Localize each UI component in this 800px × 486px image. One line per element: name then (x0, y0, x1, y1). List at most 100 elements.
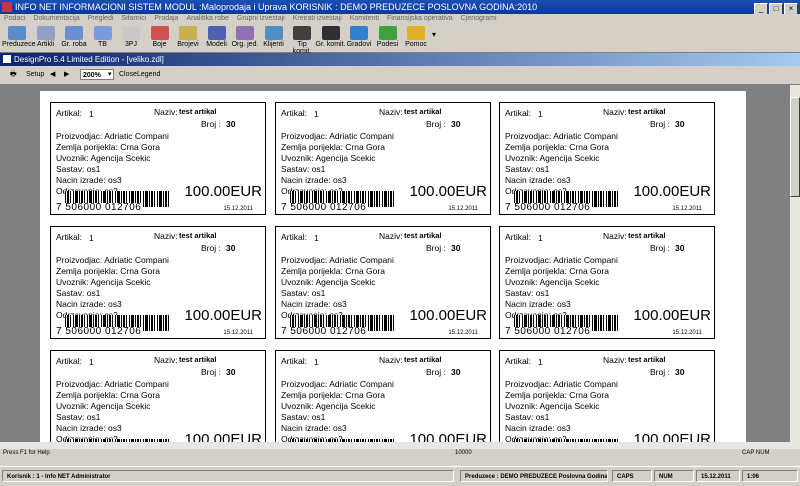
spacer (0, 458, 800, 466)
label-date: 15.12.2011 (448, 330, 478, 336)
naziv-label: Naziv: (154, 355, 178, 365)
zemlja-porijekla: Zemlja porijekla: Crna Gora (281, 142, 385, 152)
broj-label: Broj : (201, 243, 221, 253)
toolbar-button[interactable]: Org. jed. (230, 25, 260, 51)
chevron-down-icon[interactable]: ▾ (432, 30, 436, 39)
menu-item[interactable]: Finansijska operativa (387, 15, 453, 22)
artikal-label: Artikal: (56, 232, 82, 242)
nacin-izrade: Nacin izrade: os3 (505, 299, 571, 309)
globe-icon (350, 26, 368, 40)
window-controls: _ □ × (753, 1, 798, 14)
status-preduzece: Preduzece : DEMO PREDUZECE Poslovna Godi… (460, 470, 608, 482)
nacin-izrade: Nacin izrade: os3 (56, 299, 122, 309)
toolbar-button[interactable]: Modeli (202, 25, 232, 51)
toolbar-button[interactable]: Boje (145, 25, 175, 51)
uvoznik: Uvoznik: Agencija Scekic (281, 277, 376, 287)
zemlja-porijekla: Zemlja porijekla: Crna Gora (505, 266, 609, 276)
toolbar-button[interactable]: Gr. roba (59, 25, 89, 51)
group-icon (321, 26, 340, 40)
artikal-value: 1 (538, 233, 543, 243)
broj-value: 30 (451, 243, 461, 253)
menu-item[interactable]: Pregledi (88, 15, 114, 22)
label-date: 15.12.2011 (672, 330, 702, 336)
sastav: Sastav: os1 (505, 288, 550, 298)
label-date: 15.12.2011 (223, 206, 253, 212)
price-value: 100.00EUR (184, 183, 262, 200)
grid-icon (65, 26, 83, 40)
toolbar-button[interactable]: TB (88, 25, 118, 51)
proizvodjac: Proizvodjac: Adriatic Compani (505, 379, 618, 389)
menu-item[interactable]: Kreirati izvestaji (293, 15, 342, 22)
artikal-value: 1 (538, 357, 543, 367)
next-page-icon[interactable]: ▶ (64, 66, 69, 84)
toolbar-label: TB (98, 41, 107, 48)
vertical-scrollbar[interactable] (790, 85, 800, 442)
sastav: Sastav: os1 (56, 288, 101, 298)
toolbar-label: Brojevi (177, 41, 199, 48)
coord-text: 10000 (455, 450, 472, 456)
naziv-value: test artikal (628, 231, 666, 240)
broj-label: Broj : (426, 243, 446, 253)
palette-icon (150, 26, 169, 40)
menu-item[interactable]: Dokumentacija (33, 15, 79, 22)
zemlja-porijekla: Zemlja porijekla: Crna Gora (56, 142, 160, 152)
toolbar-label: Klijenti (263, 41, 284, 48)
toolbar-button[interactable]: Gr. komit. (316, 25, 346, 51)
sastav: Sastav: os1 (281, 412, 326, 422)
menu-item[interactable]: Analitika robe (186, 15, 228, 22)
broj-value: 30 (226, 243, 236, 253)
toolbar-label: Podesi (376, 41, 399, 48)
naziv-label: Naziv: (603, 107, 627, 117)
maximize-button[interactable]: □ (769, 3, 783, 14)
chevron-down-icon[interactable]: ▾ (108, 66, 112, 84)
help-bar: Press F1 for Help 10000 CAP NUM (0, 449, 800, 458)
printer-icon[interactable]: 🖶 (10, 66, 17, 84)
toolbar-button[interactable]: Gradovi (344, 25, 374, 51)
broj-value: 30 (675, 243, 685, 253)
toolbar-button[interactable]: Pomoc (401, 25, 431, 51)
naziv-value: test artikal (628, 107, 666, 116)
price-value: 100.00EUR (633, 183, 711, 200)
legend-button[interactable]: Legend (137, 66, 160, 84)
proizvodjac: Proizvodjac: Adriatic Compani (281, 131, 394, 141)
menu-item[interactable]: Prodaja (154, 15, 178, 22)
designpro-icon (3, 55, 11, 63)
close-button[interactable]: × (784, 3, 798, 14)
sastav: Sastav: os1 (56, 164, 101, 174)
preview-viewport[interactable]: Artikal: 1 Naziv: test artikal Broj :30 Proiz… (0, 85, 790, 442)
artikal-label: Artikal: (505, 356, 531, 366)
close-preview-button[interactable]: Close (119, 66, 137, 84)
naziv-value: test artikal (179, 107, 217, 116)
prev-page-icon[interactable]: ◀ (50, 66, 55, 84)
minimize-button[interactable]: _ (754, 3, 768, 14)
toolbar-button[interactable]: Artikli (31, 25, 61, 51)
broj-label: Broj : (650, 367, 670, 377)
horizontal-scrollbar[interactable] (0, 442, 800, 449)
toolbar-button[interactable]: Tip komit. (287, 25, 317, 55)
setup-button[interactable]: Setup (26, 66, 44, 84)
nacin-izrade: Nacin izrade: os3 (281, 423, 347, 433)
status-bar: Korisnik : 1 - Info NET Administrator Pr… (0, 466, 800, 486)
main-toolbar: Preduzece Artikli Gr. roba TB 3PJ Boje Brojevi… (0, 24, 800, 55)
artikal-value: 1 (314, 357, 319, 367)
artikal-label: Artikal: (56, 108, 82, 118)
nacin-izrade: Nacin izrade: os3 (56, 175, 122, 185)
toolbar-button[interactable]: Podesi (373, 25, 403, 51)
toolbar-label: Gr. komit. (315, 41, 346, 48)
toolbar-button[interactable]: 3PJ (116, 25, 146, 51)
naziv-label: Naziv: (379, 231, 403, 241)
proizvodjac: Proizvodjac: Adriatic Compani (56, 379, 169, 389)
uvoznik: Uvoznik: Agencija Scekic (56, 153, 151, 163)
menu-item[interactable]: Podaci (4, 15, 25, 22)
menu-item[interactable]: Cjenogrami (461, 15, 497, 22)
price-label: Artikal: 1 Naziv: test artikal Broj : 30 Proiz… (275, 102, 491, 215)
toolbar-button[interactable]: Brojevi (173, 25, 203, 51)
price-value: 100.00EUR (409, 307, 487, 324)
toolbar-button[interactable]: Klijenti (259, 25, 289, 51)
scroll-thumb[interactable] (790, 97, 800, 197)
toolbar-button[interactable]: Preduzece (2, 25, 35, 51)
menu-item[interactable]: Sifarnici (121, 15, 146, 22)
menu-bar: Podaci Dokumentacija Pregledi Sifarnici Prod… (0, 14, 800, 24)
menu-item[interactable]: Komitenti (350, 15, 379, 22)
menu-item[interactable]: Grupni izvestaji (237, 15, 285, 22)
